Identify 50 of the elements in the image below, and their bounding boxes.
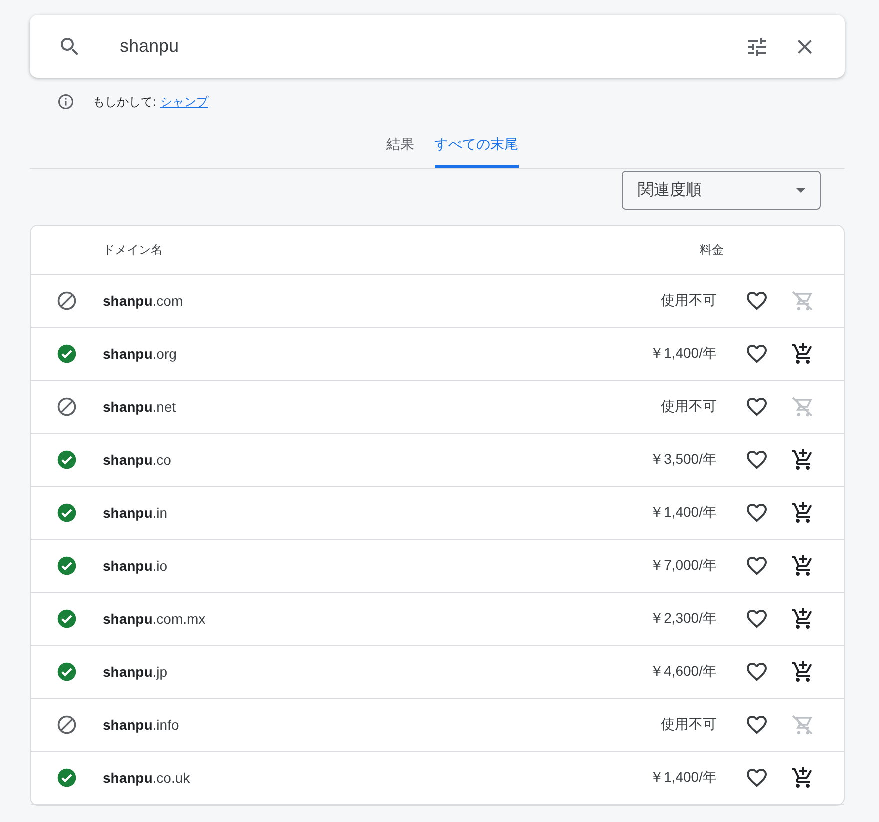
price-text: ￥1,400/年 bbox=[650, 504, 717, 522]
heart-icon[interactable] bbox=[745, 501, 769, 525]
domain-name: shanpu.info bbox=[103, 717, 180, 733]
cart-off-icon bbox=[791, 713, 815, 737]
price-text: 使用不可 bbox=[661, 716, 717, 734]
domain-name: shanpu.org bbox=[103, 346, 178, 362]
heart-icon[interactable] bbox=[745, 448, 769, 472]
sort-dropdown[interactable]: 関連度順 bbox=[622, 171, 821, 210]
info-icon bbox=[57, 93, 75, 111]
price-text: 使用不可 bbox=[661, 398, 717, 416]
add-to-cart-icon[interactable] bbox=[791, 766, 815, 790]
cart-off-icon bbox=[791, 395, 815, 419]
price-text: ￥4,600/年 bbox=[650, 663, 717, 681]
caret-icon bbox=[796, 188, 806, 193]
heart-icon[interactable] bbox=[745, 607, 769, 631]
column-header: 料金 bbox=[700, 242, 724, 258]
domain-name: shanpu.com.mx bbox=[103, 611, 207, 627]
add-to-cart-icon[interactable] bbox=[791, 660, 815, 684]
domain-name: shanpu.net bbox=[103, 399, 178, 415]
heart-icon[interactable] bbox=[745, 289, 769, 313]
add-to-cart-icon[interactable] bbox=[791, 501, 815, 525]
heart-icon[interactable] bbox=[745, 766, 769, 790]
add-to-cart-icon[interactable] bbox=[791, 554, 815, 578]
cart-off-icon bbox=[791, 289, 815, 313]
price-text: ￥7,000/年 bbox=[650, 557, 717, 575]
heart-icon[interactable] bbox=[745, 554, 769, 578]
domain-name: shanpu.in bbox=[103, 505, 169, 521]
domain-name: shanpu.com bbox=[103, 293, 184, 309]
heart-icon[interactable] bbox=[745, 342, 769, 366]
price-text: ￥1,400/年 bbox=[650, 345, 717, 363]
price-text: ￥3,500/年 bbox=[650, 451, 717, 469]
add-to-cart-icon[interactable] bbox=[791, 342, 815, 366]
price-text: 使用不可 bbox=[661, 292, 717, 310]
suggestion-label: もしかして: bbox=[93, 94, 156, 110]
heart-icon[interactable] bbox=[745, 395, 769, 419]
add-to-cart-icon[interactable] bbox=[791, 607, 815, 631]
domain-name: shanpu.co.uk bbox=[103, 770, 192, 786]
tab[interactable]: すべての末尾 bbox=[434, 130, 518, 168]
price-text: ￥1,400/年 bbox=[650, 769, 717, 787]
column-header: ドメイン名 bbox=[103, 242, 164, 258]
domain-name: shanpu.co bbox=[103, 452, 172, 468]
heart-icon[interactable] bbox=[745, 713, 769, 737]
price-text: ￥2,300/年 bbox=[650, 610, 717, 628]
tab[interactable]: 結果 bbox=[386, 130, 414, 168]
heart-icon[interactable] bbox=[745, 660, 769, 684]
suggestion-link[interactable]: シャンプ bbox=[160, 94, 208, 110]
search-query: shanpu bbox=[120, 36, 180, 57]
domain-name: shanpu.jp bbox=[103, 664, 169, 680]
domain-name: shanpu.io bbox=[103, 558, 169, 574]
add-to-cart-icon[interactable] bbox=[791, 448, 815, 472]
